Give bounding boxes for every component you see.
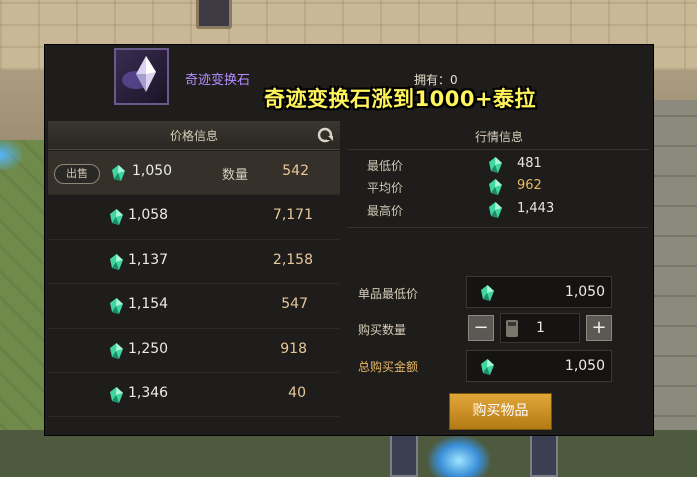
listing-quantity: 2,158 — [272, 251, 313, 268]
tera-gem-icon — [110, 386, 123, 403]
listing-price: 1,250 — [128, 340, 169, 357]
total-price-label: 总购买金额 — [358, 360, 419, 374]
increase-quantity-button[interactable]: + — [586, 315, 612, 341]
listing-row[interactable]: 1,346 40 — [48, 373, 340, 418]
ground-bottom — [0, 430, 697, 477]
average-price-label: 平均价 — [367, 181, 404, 195]
tera-gem-icon — [110, 298, 123, 315]
listing-quantity: 542 — [282, 163, 309, 179]
listing-price: 1,154 — [128, 296, 169, 313]
overlay-caption: 奇迹变换石涨到1000+泰拉 — [264, 87, 537, 111]
unit-price-value: 1,050 — [564, 284, 605, 300]
listing-row[interactable]: 1,154 547 — [48, 284, 340, 329]
listing-row[interactable]: 1,250 918 — [48, 329, 340, 373]
lowest-price-value: 481 — [517, 156, 542, 171]
divider — [347, 149, 649, 150]
tera-gem-icon — [489, 179, 502, 195]
listing-price: 1,137 — [128, 251, 169, 268]
item-name: 奇迹变换石 — [185, 73, 251, 88]
buy-quantity-value: 1 — [536, 320, 545, 336]
unit-price-field: 1,050 — [466, 276, 612, 308]
pillar — [390, 430, 418, 477]
listing-price: 1,346 — [128, 384, 169, 401]
listing-price: 1,050 — [132, 163, 173, 179]
castle-window — [196, 0, 232, 29]
buy-quantity-input[interactable]: 1 — [500, 313, 580, 343]
portal-glow — [428, 436, 490, 477]
listing-row[interactable]: 1,137 2,158 — [48, 240, 340, 285]
listing-quantity: 40 — [288, 384, 306, 401]
price-info-header: 价格信息 — [48, 121, 340, 150]
auction-panel: 奇迹变换石 拥有：0 价格信息 出售 1,050 数量 542 1,058 7,… — [44, 44, 654, 436]
listing-quantity: 918 — [280, 340, 307, 357]
listing-quantity: 547 — [281, 296, 308, 313]
listing-price: 1,058 — [128, 207, 169, 224]
calculator-icon[interactable] — [506, 320, 518, 337]
lowest-price-label: 最低价 — [367, 159, 404, 173]
tera-gem-icon — [481, 359, 494, 375]
average-price-value: 962 — [517, 178, 542, 193]
market-info-title: 行情信息 — [474, 130, 523, 144]
decrease-quantity-button[interactable]: − — [468, 315, 494, 341]
glow-effect — [0, 140, 22, 170]
total-price-field: 1,050 — [466, 350, 612, 382]
sell-button[interactable]: 出售 — [54, 164, 100, 184]
buy-quantity-label: 购买数量 — [358, 323, 407, 337]
highest-price-value: 1,443 — [517, 201, 555, 216]
unit-price-label: 单品最低价 — [358, 287, 419, 301]
tera-gem-icon — [110, 253, 123, 270]
tera-gem-icon — [110, 209, 123, 226]
refresh-icon[interactable] — [316, 126, 334, 144]
tera-gem-icon — [481, 285, 494, 301]
total-price-value: 1,050 — [564, 358, 605, 374]
tera-gem-icon — [489, 157, 502, 173]
pillar — [530, 430, 558, 477]
listing-list: 出售 1,050 数量 542 1,058 7,171 1,137 2,158 — [48, 151, 340, 418]
listing-row[interactable]: 1,058 7,171 — [48, 195, 340, 240]
tera-gem-icon — [489, 202, 502, 218]
buy-item-button[interactable]: 购买物品 — [449, 393, 552, 430]
listing-quantity: 7,171 — [272, 207, 313, 224]
price-info-title: 价格信息 — [169, 129, 218, 143]
highest-price-label: 最高价 — [367, 204, 404, 218]
listing-row[interactable]: 出售 1,050 数量 542 — [48, 151, 340, 196]
divider — [347, 227, 649, 228]
quantity-label: 数量 — [222, 168, 249, 183]
tera-gem-icon — [110, 342, 123, 359]
tera-gem-icon — [112, 165, 125, 181]
miracle-stone-icon — [114, 48, 169, 105]
